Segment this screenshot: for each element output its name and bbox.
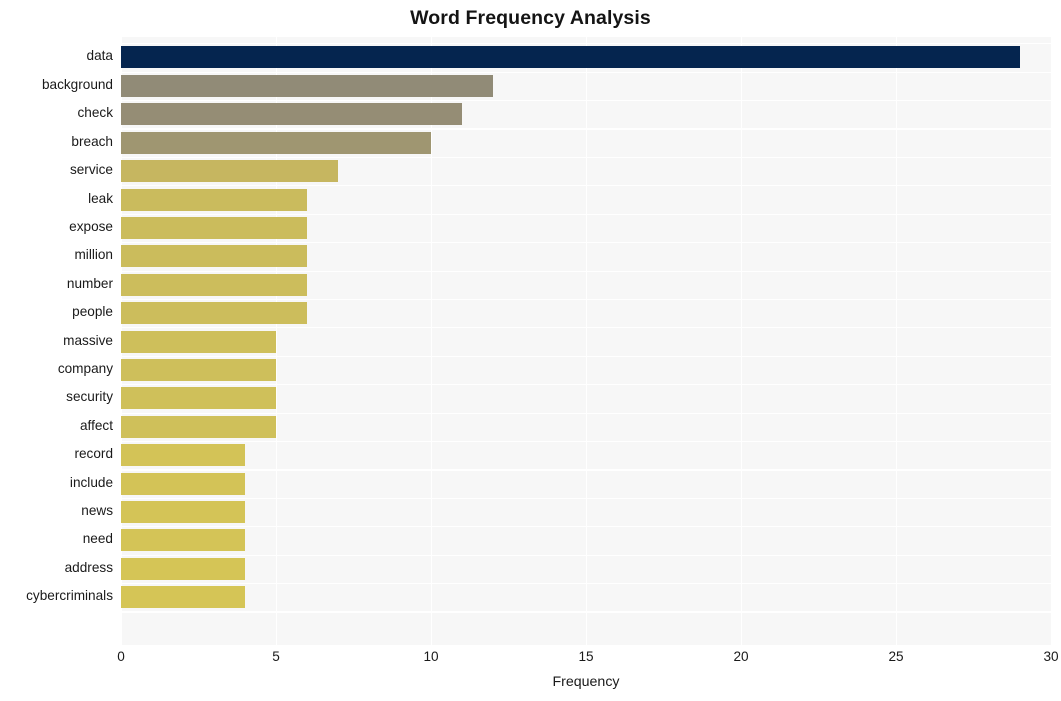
y-tick-label-cybercriminals: cybercriminals bbox=[26, 588, 113, 604]
bar-record[interactable] bbox=[121, 444, 245, 467]
bar-row bbox=[121, 356, 1051, 384]
bar-row bbox=[121, 128, 1051, 156]
bar-row bbox=[121, 43, 1051, 71]
bar-leak[interactable] bbox=[121, 188, 307, 211]
bar-cybercriminals[interactable] bbox=[121, 586, 245, 609]
bar-row bbox=[121, 100, 1051, 128]
bar-check[interactable] bbox=[121, 103, 462, 126]
bar-million[interactable] bbox=[121, 245, 307, 268]
bar-background[interactable] bbox=[121, 74, 493, 97]
bar-row bbox=[121, 498, 1051, 526]
bar-row bbox=[121, 299, 1051, 327]
y-tick-label-leak: leak bbox=[88, 190, 113, 206]
x-tick-label-20: 20 bbox=[733, 649, 749, 664]
y-axis-tick-labels: data background check breach service leak expo… bbox=[0, 37, 113, 645]
y-tick-label-number: number bbox=[66, 275, 113, 291]
y-tick-label-background: background bbox=[41, 76, 113, 92]
bar-row bbox=[121, 413, 1051, 441]
bar-row bbox=[121, 555, 1051, 583]
y-tick-label-news: news bbox=[81, 503, 113, 519]
bar-row bbox=[121, 214, 1051, 242]
bar-service[interactable] bbox=[121, 160, 338, 183]
y-tick-label-expose: expose bbox=[69, 218, 113, 234]
bar-row bbox=[121, 271, 1051, 299]
bar-row bbox=[121, 441, 1051, 469]
y-tick-label-address: address bbox=[64, 559, 113, 575]
x-tick-label-0: 0 bbox=[117, 649, 125, 664]
bar-include[interactable] bbox=[121, 472, 245, 495]
bar-massive[interactable] bbox=[121, 330, 276, 353]
x-axis-tick-labels: 0 5 10 15 20 25 30 bbox=[0, 649, 1061, 671]
chart-figure: Word Frequency Analysis data background ch… bbox=[0, 0, 1061, 701]
x-tick-label-25: 25 bbox=[888, 649, 904, 664]
bar-row bbox=[121, 469, 1051, 497]
y-tick-label-include: include bbox=[69, 474, 113, 490]
bar-row bbox=[121, 185, 1051, 213]
bar-company[interactable] bbox=[121, 358, 276, 381]
bar-number[interactable] bbox=[121, 273, 307, 296]
bar-row bbox=[121, 72, 1051, 100]
y-tick-label-service: service bbox=[69, 162, 113, 178]
y-tick-label-security: security bbox=[66, 389, 113, 405]
chart-title: Word Frequency Analysis bbox=[410, 7, 651, 29]
bar-breach[interactable] bbox=[121, 131, 431, 154]
x-axis-label: Frequency bbox=[552, 674, 620, 690]
x-tick-label-30: 30 bbox=[1043, 649, 1059, 664]
plot-area bbox=[121, 37, 1053, 645]
bar-security[interactable] bbox=[121, 387, 276, 410]
bar-affect[interactable] bbox=[121, 415, 276, 438]
bar-row bbox=[121, 526, 1051, 554]
bar-expose[interactable] bbox=[121, 216, 307, 239]
y-tick-label-need: need bbox=[82, 531, 113, 547]
bar-people[interactable] bbox=[121, 302, 307, 325]
bar-need[interactable] bbox=[121, 529, 245, 552]
bar-row bbox=[121, 583, 1051, 611]
bar-row bbox=[121, 157, 1051, 185]
y-gridline bbox=[121, 611, 1051, 613]
y-tick-label-million: million bbox=[74, 247, 113, 263]
y-tick-label-check: check bbox=[77, 105, 113, 121]
y-tick-label-company: company bbox=[57, 360, 113, 376]
x-tick-label-5: 5 bbox=[272, 649, 280, 664]
y-tick-label-data: data bbox=[86, 48, 113, 64]
y-tick-label-breach: breach bbox=[71, 133, 113, 149]
x-gridline bbox=[1051, 37, 1053, 645]
y-tick-label-record: record bbox=[74, 446, 113, 462]
bar-row bbox=[121, 327, 1051, 355]
y-tick-label-people: people bbox=[72, 304, 113, 320]
y-tick-label-affect: affect bbox=[79, 417, 113, 433]
bar-news[interactable] bbox=[121, 501, 245, 524]
bar-data[interactable] bbox=[121, 46, 1020, 69]
x-tick-label-15: 15 bbox=[578, 649, 594, 664]
bar-address[interactable] bbox=[121, 557, 245, 580]
y-tick-label-massive: massive bbox=[63, 332, 113, 348]
bar-row bbox=[121, 384, 1051, 412]
bar-row bbox=[121, 242, 1051, 270]
x-tick-label-10: 10 bbox=[423, 649, 439, 664]
